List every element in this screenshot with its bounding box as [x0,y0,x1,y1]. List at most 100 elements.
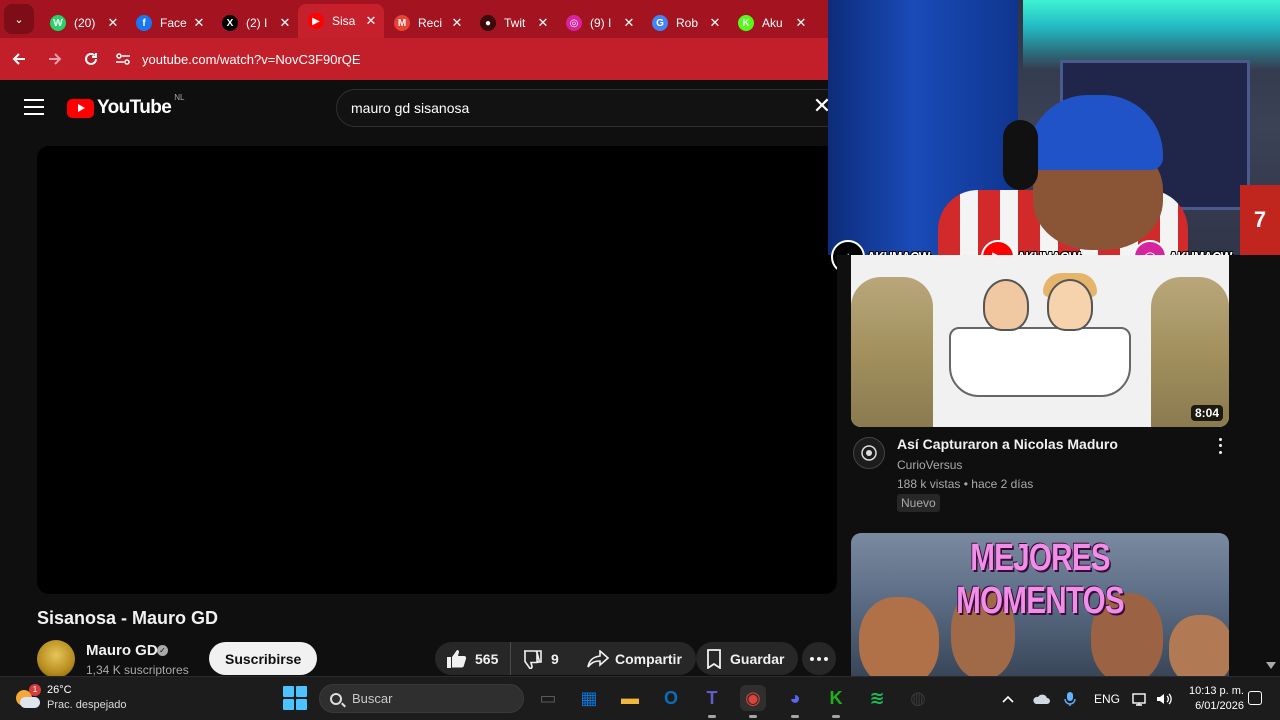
screen: ⌄ W (20) ✕ f Face ✕ X (2) I ✕ ▶ Sisa ✕ M Reci ✕ ● Twit ✕ ◎… [0,0,1280,720]
subscribe-button[interactable]: Suscribirse [209,642,318,675]
site-settings-icon[interactable] [114,50,132,68]
start-button[interactable] [283,686,307,710]
youtube-wordmark: YouTube [97,97,172,118]
channel-avatar[interactable] [37,640,75,676]
dislike-button[interactable]: 9 [511,649,559,669]
chrome-icon[interactable]: ◉ [740,685,766,711]
more-vertical-icon[interactable] [1212,436,1228,456]
youtube-page: YouTube NL mauro gd sisanosa ✕ Sisanosa … [0,80,837,676]
share-button[interactable]: Compartir [577,642,696,675]
recommendation-title[interactable]: Así Capturaron a Nicolas Maduro [897,436,1118,452]
headphones [1003,120,1038,190]
video-duration: 8:04 [1190,405,1223,421]
taskbar-search[interactable]: Buscar [319,684,524,713]
webcam-overlay: 7 [828,0,1280,255]
recommendation-channel[interactable]: CurioVersus [897,458,962,472]
close-tab-icon[interactable]: ✕ [192,15,206,31]
notification-bell-icon[interactable] [1248,691,1262,705]
close-tab-icon[interactable]: ✕ [622,15,636,31]
google-icon: G [652,15,668,31]
twitch-icon: ● [480,15,496,31]
clock-date: 6/01/2026 [1195,700,1244,712]
kick-icon: K [738,15,754,31]
more-actions-button[interactable] [802,642,836,675]
tab-label: (9) I [590,16,612,30]
close-tab-icon[interactable]: ✕ [364,13,378,29]
tab-label: Face [160,16,187,30]
browser-tab[interactable]: K Aku ✕ [728,8,814,38]
close-tab-icon[interactable]: ✕ [106,15,120,31]
recommendation-thumbnail[interactable]: 8:04 [851,255,1229,427]
save-label: Guardar [730,650,785,667]
browser-tab[interactable]: ◎ (9) I ✕ [556,8,642,38]
verified-icon: ✓ [157,645,168,656]
obs-icon[interactable]: ◍ [905,685,931,711]
spotify-icon[interactable]: ≋ [864,685,890,711]
close-tab-icon[interactable]: ✕ [708,15,722,31]
video-title: Sisanosa - Mauro GD [37,608,219,628]
menu-icon[interactable] [24,99,44,115]
reload-button[interactable] [74,42,108,76]
save-button[interactable]: Guardar [696,642,799,675]
jersey-number: 7 [1240,185,1280,255]
clock[interactable]: 10:13 p. m. 6/01/2026 [1180,684,1244,714]
file-explorer-icon[interactable]: ▬ [617,685,643,711]
volume-icon[interactable] [1156,692,1172,706]
forward-button[interactable] [38,42,72,76]
kick-app-icon[interactable]: K [823,685,849,711]
scroll-down-arrow-icon[interactable] [1266,662,1276,669]
task-view-icon[interactable]: ▭ [535,685,561,711]
tab-label: Twit [504,16,526,30]
video-player[interactable] [37,146,837,594]
tab-label: Sisa [332,14,356,28]
teams-icon[interactable]: T [699,685,725,711]
browser-tab[interactable]: X (2) I ✕ [212,8,298,38]
tab-search-button[interactable]: ⌄ [4,4,34,34]
network-icon[interactable] [1132,692,1148,706]
discord-icon[interactable]: ◕ [782,685,808,711]
recommendations-panel: 8:04 Así Capturaron a Nicolas Maduro Cur… [837,255,1280,676]
browser-tab[interactable]: W (20) ✕ [40,8,126,38]
weather-widget[interactable]: 1 26°C Prac. despejado [14,683,127,713]
browser-tab[interactable]: ● Twit ✕ [470,8,556,38]
gmail-icon: M [394,15,410,31]
running-indicator [791,715,799,718]
weather-text: 26°C Prac. despejado [47,683,127,713]
browser-tab[interactable]: ▶ Sisa ✕ [298,4,384,38]
browser-tab[interactable]: f Face ✕ [126,8,212,38]
browser-tab[interactable]: M Reci ✕ [384,8,470,38]
address-bar[interactable]: youtube.com/watch?v=NovC3F90rQE [114,50,361,68]
outlook-icon[interactable]: O [658,685,684,711]
search-query: mauro gd sisanosa [351,100,470,116]
search-input[interactable]: mauro gd sisanosa [336,89,837,127]
language-indicator[interactable]: ENG [1094,692,1120,706]
channel-avatar[interactable] [853,437,885,469]
like-button[interactable]: 565 [435,642,511,675]
close-tab-icon[interactable]: ✕ [278,15,292,31]
bookmark-icon [707,648,721,669]
search-icon [330,692,342,705]
onedrive-icon[interactable] [1032,693,1050,705]
chevron-up-icon[interactable] [1002,695,1014,703]
system-tray: ENG [1000,677,1172,720]
reload-icon [85,52,97,65]
recommendation-thumbnail[interactable]: MEJORES MOMENTOS [851,533,1229,676]
close-tab-icon[interactable]: ✕ [536,15,550,31]
microphone-icon[interactable] [1064,691,1076,707]
thumbnail-text: MEJORES MOMENTOS [956,537,1125,622]
running-indicator [708,715,716,718]
channel-name[interactable]: Mauro GD [86,642,158,659]
store-icon[interactable]: ▦ [576,685,602,711]
browser-tab[interactable]: G Rob ✕ [642,8,728,38]
face-illustration [1169,615,1229,676]
view-count: 188 k vistas [897,477,961,491]
youtube-logo[interactable]: YouTube NL [67,93,184,119]
url-text: youtube.com/watch?v=NovC3F90rQE [142,51,361,67]
close-tab-icon[interactable]: ✕ [450,15,464,31]
back-button[interactable] [2,42,36,76]
tab-strip: W (20) ✕ f Face ✕ X (2) I ✕ ▶ Sisa ✕ M Reci ✕ ● Twit ✕ ◎ (9… [40,0,814,38]
weather-icon: 1 [14,684,41,710]
close-tab-icon[interactable]: ✕ [794,15,808,31]
curioversus-logo-icon [861,445,877,461]
region-code: NL [174,93,185,102]
